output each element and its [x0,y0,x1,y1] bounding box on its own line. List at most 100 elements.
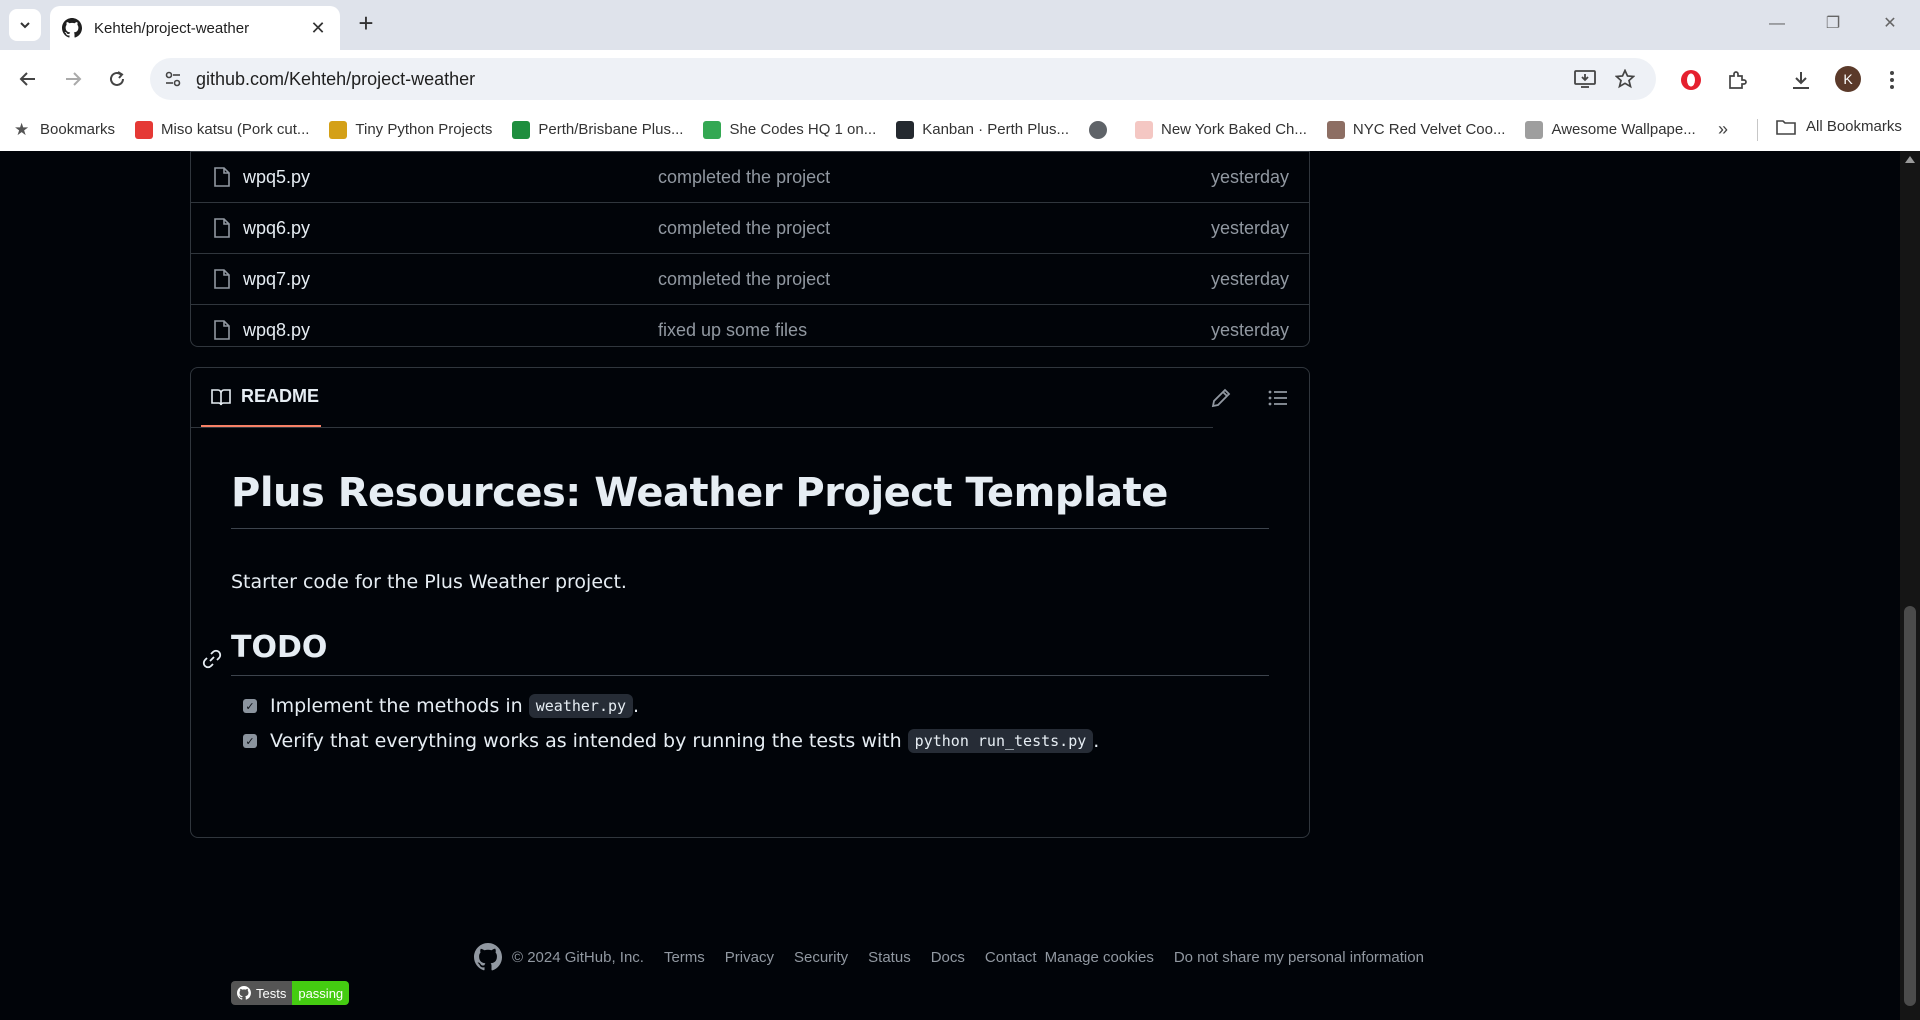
commit-message-link[interactable]: completed the project [658,167,830,188]
tab-title: Kehteh/project-weather [94,19,250,37]
footer-link-manage-cookies[interactable]: Manage cookies [1045,949,1154,966]
page-scrollbar[interactable] [1900,151,1920,1020]
badge-left-text: Tests [256,985,287,1001]
readme-divider [191,427,1213,428]
bookmark-label: NYC Red Velvet Coo... [1352,121,1506,138]
minimize-button[interactable]: — [1759,10,1795,38]
task-text: Implement the methods in [270,695,523,717]
bookmark-item[interactable]: ★ Bookmarks [14,119,116,139]
footer-link-do-not-share[interactable]: Do not share my personal information [1174,949,1424,966]
file-name-link[interactable]: wpq7.py [243,269,310,290]
bookmark-item[interactable]: Kanban · Perth Plus... [896,120,1069,139]
bookmark-item[interactable]: Awesome Wallpape... [1525,120,1696,139]
checkbox-checked: ✓ [243,699,257,713]
bookmark-label: Kanban · Perth Plus... [922,121,1069,138]
task-suffix: . [633,695,640,717]
commit-date: yesterday [1210,320,1289,340]
bookmark-item[interactable] [1088,120,1115,139]
footer-link-docs[interactable]: Docs [931,949,965,966]
book-icon [211,388,231,405]
github-logo-icon[interactable] [474,943,502,971]
readme-title: Plus Resources: Weather Project Template [231,470,1269,529]
close-icon[interactable]: ✕ [308,18,328,39]
file-row[interactable]: wpq6.py completed the project yesterday [191,202,1309,253]
footer-link-security[interactable]: Security [794,949,848,966]
bookmarks-bar: ★ Bookmarks Miso katsu (Pork cut... Tiny Py… [0,108,1920,151]
file-icon [214,167,230,187]
browser-toolbar: github.com/Kehteh/project-weather [0,50,1920,108]
bookmark-item[interactable]: Tiny Python Projects [329,120,492,139]
download-icon[interactable] [1787,66,1815,94]
badge-status: passing [292,981,350,1005]
file-table: wpq5.py completed the project yesterday wpq… [190,151,1310,347]
bookmark-label: Awesome Wallpape... [1551,121,1696,138]
bookmark-item[interactable]: Perth/Brisbane Plus... [512,120,684,139]
readme-intro: Starter code for the Plus Weather projec… [231,571,627,593]
scrollbar-thumb[interactable] [1904,606,1916,1006]
readme-header: README [191,368,1309,428]
site-info-icon[interactable] [164,70,182,88]
bookmark-item[interactable]: She Codes HQ 1 on... [703,120,877,139]
tests-status-badge[interactable]: Tests passing [231,981,350,1005]
github-icon [896,120,915,139]
back-button[interactable] [13,64,43,94]
bookmark-item[interactable]: New York Baked Ch... [1134,120,1307,139]
bookmark-label: Perth/Brisbane Plus... [538,121,684,138]
reload-button[interactable] [102,64,132,94]
address-bar[interactable]: github.com/Kehteh/project-weather [150,58,1656,100]
readme-tab-label: README [241,386,320,406]
bookmark-item[interactable]: Miso katsu (Pork cut... [135,120,310,139]
commit-date: yesterday [1210,269,1289,289]
file-row[interactable]: wpq5.py completed the project yesterday [191,151,1309,202]
footer-link-terms[interactable]: Terms [664,949,705,966]
task-text: Verify that everything works as intended… [270,730,902,752]
inline-code: python run_tests.py [907,729,1094,753]
tab-active[interactable]: Kehteh/project-weather ✕ [50,6,340,50]
scroll-up-icon[interactable] [1905,156,1915,163]
site-icon [1326,120,1345,139]
commit-message-link[interactable]: completed the project [658,269,830,290]
bookmark-label: She Codes HQ 1 on... [729,121,877,138]
forward-button[interactable] [58,64,88,94]
star-icon: ★ [14,119,30,139]
file-name-link[interactable]: wpq6.py [243,218,310,239]
commit-message-link[interactable]: completed the project [658,218,830,239]
bookmark-item[interactable]: NYC Red Velvet Coo... [1326,120,1506,139]
bookmark-star-icon[interactable] [1615,69,1635,89]
close-window-button[interactable]: ✕ [1872,10,1908,38]
more-menu-icon[interactable] [1878,66,1906,94]
footer-link-privacy[interactable]: Privacy [725,949,774,966]
link-icon[interactable] [202,649,222,669]
opera-extension-icon[interactable] [1677,66,1705,94]
inline-code: weather.py [528,694,634,718]
list-icon[interactable] [1266,386,1290,410]
footer-link-contact[interactable]: Contact [985,949,1037,966]
readme-tab[interactable]: README [201,368,321,428]
bookmark-label: Miso katsu (Pork cut... [161,121,310,138]
page-footer: © 2024 GitHub, Inc. Terms Privacy Securi… [474,939,1444,975]
file-row[interactable]: wpq7.py completed the project yesterday [191,253,1309,304]
bookmark-label: New York Baked Ch... [1160,121,1307,138]
site-icon [135,120,154,139]
todo-heading: TODO [231,630,1269,676]
file-name-link[interactable]: wpq5.py [243,167,310,188]
new-tab-button[interactable]: + [352,10,380,38]
file-row[interactable]: wpq8.py fixed up some files yesterday [191,304,1309,355]
footer-link-status[interactable]: Status [868,949,911,966]
site-icon [703,120,722,139]
restore-button[interactable]: ❐ [1815,10,1851,38]
file-name-link[interactable]: wpq8.py [243,320,310,341]
extensions-icon[interactable] [1723,66,1751,94]
file-icon [214,269,230,289]
bookmark-label: Bookmarks [40,121,116,138]
pencil-icon[interactable] [1209,386,1233,410]
commit-date: yesterday [1210,167,1289,187]
tab-strip: Kehteh/project-weather ✕ + — ❐ ✕ [0,0,1920,50]
task-item: ✓ Implement the methods in weather.py . [243,694,639,718]
chevron-down-icon [20,22,30,29]
tab-search-button[interactable] [9,9,41,41]
commit-message-link[interactable]: fixed up some files [658,320,807,341]
badge-label: Tests [231,981,293,1005]
install-app-icon[interactable] [1574,69,1596,89]
profile-avatar[interactable]: K [1835,66,1861,92]
